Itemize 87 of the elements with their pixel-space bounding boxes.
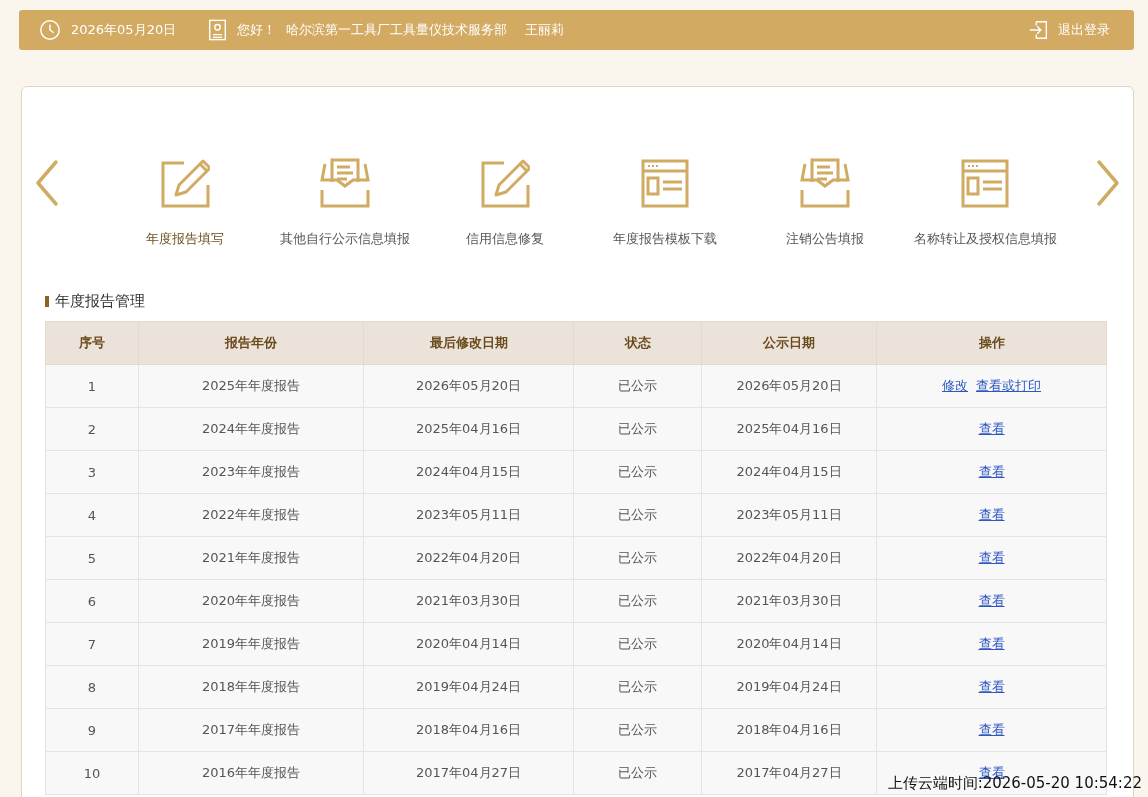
form-window-icon[interactable] bbox=[640, 158, 690, 208]
table-cell: 2017年年度报告 bbox=[138, 708, 364, 752]
table-cell: 2019年04月24日 bbox=[701, 665, 877, 709]
table-cell: 2023年05月11日 bbox=[363, 493, 574, 537]
action-link[interactable]: 查看或打印 bbox=[976, 378, 1041, 393]
table-cell: 2020年04月14日 bbox=[363, 622, 574, 666]
inbox-document-icon[interactable] bbox=[800, 158, 850, 208]
table-cell: 2024年04月15日 bbox=[701, 450, 877, 494]
table-cell: 2022年04月20日 bbox=[701, 536, 877, 580]
id-card-icon bbox=[208, 19, 228, 41]
table-cell: 2025年04月16日 bbox=[701, 407, 877, 451]
action-link[interactable]: 查看 bbox=[978, 636, 1005, 651]
column-header: 公示日期 bbox=[701, 321, 877, 365]
table-cell: 4 bbox=[45, 493, 139, 537]
table-cell: 2017年04月27日 bbox=[701, 751, 877, 795]
table-cell: 2024年04月15日 bbox=[363, 450, 574, 494]
table-cell: 2020年年度报告 bbox=[138, 579, 364, 623]
table-cell: 2019年年度报告 bbox=[138, 622, 364, 666]
column-header: 最后修改日期 bbox=[363, 321, 574, 365]
table-cell: 已公示 bbox=[573, 665, 702, 709]
action-link[interactable]: 查看 bbox=[978, 593, 1005, 608]
section-title: 年度报告管理 bbox=[55, 292, 145, 311]
table-cell: 2021年03月30日 bbox=[701, 579, 877, 623]
table-cell: 2018年04月16日 bbox=[363, 708, 574, 752]
column-header: 报告年份 bbox=[138, 321, 364, 365]
table-cell: 2025年04月16日 bbox=[363, 407, 574, 451]
action-link[interactable]: 查看 bbox=[978, 679, 1005, 694]
shortcut-link[interactable]: 注销公告填报 bbox=[786, 230, 864, 248]
logout-icon bbox=[1028, 19, 1050, 41]
column-header: 操作 bbox=[876, 321, 1107, 365]
current-date: 2026年05月20日 bbox=[71, 21, 177, 39]
shortcut-link[interactable]: 年度报告填写 bbox=[146, 230, 224, 248]
edit-icon[interactable] bbox=[480, 158, 530, 208]
action-link[interactable]: 查看 bbox=[978, 507, 1005, 522]
table-cell: 已公示 bbox=[573, 493, 702, 537]
table-cell: 2022年04月20日 bbox=[363, 536, 574, 580]
table-cell: 2021年年度报告 bbox=[138, 536, 364, 580]
shortcut-link[interactable]: 年度报告模板下载 bbox=[613, 230, 717, 248]
section-marker bbox=[45, 296, 49, 307]
greeting-text: 您好！ bbox=[237, 21, 277, 39]
action-link[interactable]: 修改 bbox=[942, 378, 968, 393]
column-header: 序号 bbox=[45, 321, 139, 365]
table-cell: 已公示 bbox=[573, 364, 702, 408]
table-cell: 2 bbox=[45, 407, 139, 451]
table-cell: 10 bbox=[45, 751, 139, 795]
table-cell: 7 bbox=[45, 622, 139, 666]
table-cell: 2021年03月30日 bbox=[363, 579, 574, 623]
inbox-document-icon[interactable] bbox=[320, 158, 370, 208]
action-link[interactable]: 查看 bbox=[978, 550, 1005, 565]
column-header: 状态 bbox=[573, 321, 702, 365]
user-name: 王丽莉 bbox=[525, 21, 565, 39]
shortcut-link[interactable]: 信用信息修复 bbox=[466, 230, 544, 248]
action-link[interactable]: 查看 bbox=[978, 722, 1005, 737]
table-cell: 2019年04月24日 bbox=[363, 665, 574, 709]
clock-icon bbox=[39, 19, 61, 41]
shortcut-link[interactable]: 其他自行公示信息填报 bbox=[280, 230, 410, 248]
action-link[interactable]: 查看 bbox=[978, 421, 1005, 436]
table-cell: 9 bbox=[45, 708, 139, 752]
table-cell: 1 bbox=[45, 364, 139, 408]
table-cell: 已公示 bbox=[573, 579, 702, 623]
table-cell: 2020年04月14日 bbox=[701, 622, 877, 666]
table-cell: 2023年年度报告 bbox=[138, 450, 364, 494]
shortcut-link[interactable]: 名称转让及授权信息填报 bbox=[913, 230, 1057, 248]
table-cell: 2016年年度报告 bbox=[138, 751, 364, 795]
table-cell: 已公示 bbox=[573, 622, 702, 666]
table-cell: 已公示 bbox=[573, 751, 702, 795]
table-cell: 2023年05月11日 bbox=[701, 493, 877, 537]
table-cell: 5 bbox=[45, 536, 139, 580]
table-cell: 3 bbox=[45, 450, 139, 494]
table-cell: 2017年04月27日 bbox=[363, 751, 574, 795]
table-cell: 2022年年度报告 bbox=[138, 493, 364, 537]
table-cell: 6 bbox=[45, 579, 139, 623]
table-cell: 已公示 bbox=[573, 450, 702, 494]
table-cell: 2024年年度报告 bbox=[138, 407, 364, 451]
form-window-icon[interactable] bbox=[960, 158, 1010, 208]
table-cell: 8 bbox=[45, 665, 139, 709]
table-cell: 2025年年度报告 bbox=[138, 364, 364, 408]
table-cell: 2018年04月16日 bbox=[701, 708, 877, 752]
table-cell: 已公示 bbox=[573, 536, 702, 580]
organization-name: 哈尔滨第一工具厂工具量仪技术服务部 bbox=[286, 21, 508, 39]
table-cell: 已公示 bbox=[573, 708, 702, 752]
action-link[interactable]: 查看 bbox=[978, 464, 1005, 479]
table-cell: 已公示 bbox=[573, 407, 702, 451]
table-cell: 2018年年度报告 bbox=[138, 665, 364, 709]
edit-icon[interactable] bbox=[160, 158, 210, 208]
table-cell: 2026年05月20日 bbox=[363, 364, 574, 408]
table-cell: 2026年05月20日 bbox=[701, 364, 877, 408]
